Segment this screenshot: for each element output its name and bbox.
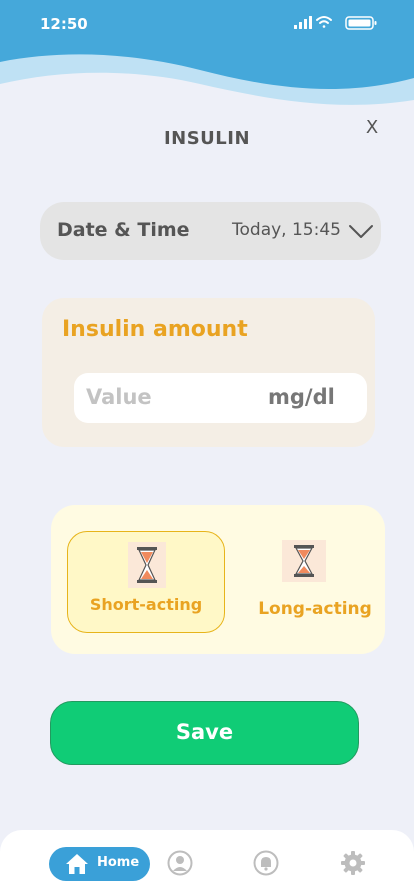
- wifi-icon: [316, 16, 332, 28]
- hourglass-icon: [128, 542, 166, 588]
- long-acting-option[interactable]: Long-acting: [233, 531, 391, 633]
- date-time-selector[interactable]: Date & Time Today, 15:45: [40, 202, 381, 260]
- date-time-label: Date & Time: [57, 219, 190, 241]
- status-icons: [294, 16, 377, 30]
- insulin-unit-label: mg/dl: [268, 385, 335, 409]
- insulin-value-input[interactable]: Value mg/dl: [74, 373, 367, 423]
- insulin-amount-card: Insulin amount Value mg/dl: [42, 298, 375, 447]
- long-acting-label: Long-acting: [258, 599, 372, 619]
- date-time-value: Today, 15:45: [232, 220, 341, 240]
- page-title: INSULIN: [163, 128, 251, 149]
- battery-icon: [345, 16, 377, 30]
- signal-icon: [294, 16, 312, 29]
- bell-icon[interactable]: [253, 850, 279, 876]
- save-button[interactable]: Save: [50, 701, 359, 765]
- gear-icon[interactable]: [340, 850, 366, 876]
- short-acting-label: Short-acting: [89, 595, 203, 614]
- chevron-down-icon[interactable]: [348, 224, 374, 240]
- hourglass-icon: [282, 540, 326, 582]
- profile-icon[interactable]: [167, 850, 193, 876]
- short-acting-option[interactable]: Short-acting: [67, 531, 225, 633]
- tab-home-label: Home: [97, 855, 140, 870]
- status-time: 12:50: [40, 15, 88, 33]
- bottom-tab-bar: Home: [0, 830, 414, 896]
- insulin-amount-title: Insulin amount: [62, 317, 248, 342]
- insulin-value-placeholder: Value: [86, 385, 152, 409]
- close-button[interactable]: X: [360, 117, 384, 139]
- home-icon: [66, 854, 88, 874]
- insulin-type-card: Short-acting Long-acting: [51, 505, 385, 654]
- tab-home[interactable]: Home: [49, 847, 150, 881]
